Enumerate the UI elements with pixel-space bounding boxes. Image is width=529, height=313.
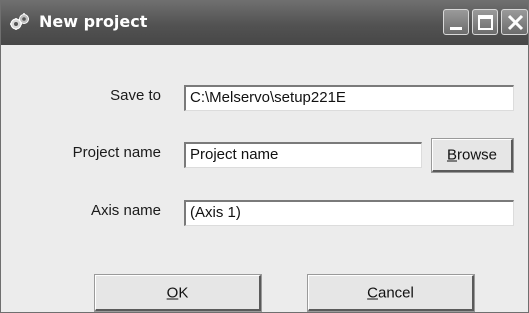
minimize-button[interactable] — [443, 9, 469, 35]
cancel-button[interactable]: Cancel — [307, 274, 475, 312]
new-project-dialog: New project Save to C:\Melservo\setup221… — [0, 0, 529, 313]
project-name-label: Project name — [72, 144, 161, 161]
minimize-icon — [450, 27, 462, 30]
save-to-field[interactable]: C:\Melservo\setup221E — [184, 85, 514, 111]
ok-mnemonic: O — [166, 284, 179, 301]
cancel-mnemonic: C — [367, 284, 378, 301]
cancel-label-rest: ancel — [377, 284, 414, 301]
network-gears-icon — [10, 13, 29, 30]
project-name-field[interactable]: Project name — [184, 142, 422, 168]
ok-button[interactable]: OK — [94, 274, 262, 312]
window-title: New project — [39, 12, 148, 31]
browse-label-rest: rowse — [457, 146, 498, 164]
axis-name-label: Axis name — [90, 202, 161, 219]
save-to-label: Save to — [110, 87, 161, 104]
browse-button[interactable]: Browse — [431, 138, 514, 173]
close-icon — [507, 14, 524, 31]
maximize-icon — [478, 15, 493, 30]
axis-name-field[interactable]: (Axis 1) — [184, 200, 514, 226]
ok-label-rest: K — [178, 284, 189, 301]
browse-mnemonic: B — [446, 146, 457, 164]
title-bar[interactable]: New project — [1, 1, 528, 45]
close-button[interactable] — [501, 9, 528, 35]
maximize-button[interactable] — [472, 9, 498, 35]
